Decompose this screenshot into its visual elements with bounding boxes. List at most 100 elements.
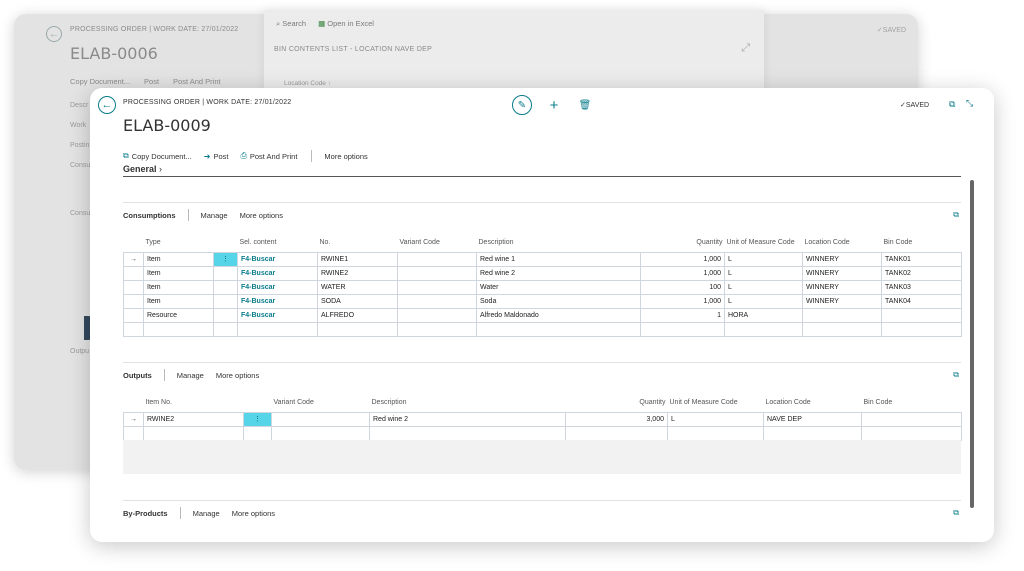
cell-bin[interactable] xyxy=(861,411,962,427)
cell-location[interactable]: WINNERY xyxy=(802,265,882,281)
row-menu-cell[interactable] xyxy=(213,293,238,309)
bg-post[interactable]: Post xyxy=(144,77,159,86)
cell-variant[interactable] xyxy=(397,293,477,309)
empty-cell[interactable] xyxy=(143,321,214,337)
empty-cell[interactable] xyxy=(143,425,244,441)
cell-quantity[interactable]: 1 xyxy=(640,307,725,323)
cell-description[interactable]: Alfredo Maldonado xyxy=(476,307,641,323)
cell-variant[interactable] xyxy=(271,411,370,427)
cell-uom[interactable]: L xyxy=(724,251,803,267)
cell-quantity[interactable]: 3,000 xyxy=(565,411,668,427)
back-arrow-icon[interactable]: ← xyxy=(46,26,62,42)
empty-cell[interactable] xyxy=(881,321,962,337)
column-header[interactable]: Unit of Measure Code xyxy=(668,398,764,412)
empty-cell[interactable] xyxy=(861,425,962,441)
cell-variant[interactable] xyxy=(397,265,477,281)
collapse-icon[interactable]: ⤡ xyxy=(966,98,973,109)
cell-sel-content[interactable]: F4-Buscar xyxy=(237,279,318,295)
cell-sel-content[interactable]: F4-Buscar xyxy=(237,307,318,323)
cell-uom[interactable]: L xyxy=(667,411,764,427)
cell-bin[interactable]: TANK01 xyxy=(881,251,962,267)
empty-cell[interactable] xyxy=(237,321,318,337)
column-header[interactable]: Quantity xyxy=(566,398,668,412)
expand-icon[interactable]: ⤢ xyxy=(741,42,750,55)
cell-bin[interactable] xyxy=(881,307,962,323)
cell-item-no[interactable]: RWINE2 xyxy=(143,411,244,427)
cell-uom[interactable]: L xyxy=(724,279,803,295)
table-row[interactable]: → RWINE2 ⋮ Red wine 2 3,000 L NAVE DEP xyxy=(123,411,962,427)
column-header[interactable]: Sel. content xyxy=(238,238,318,252)
delete-trash-icon[interactable]: 🗑 xyxy=(578,95,592,115)
byproducts-manage-button[interactable]: Manage xyxy=(193,509,220,518)
cell-no[interactable]: WATER xyxy=(317,279,398,295)
empty-cell[interactable] xyxy=(802,321,882,337)
column-header[interactable]: Variant Code xyxy=(272,398,370,412)
expand-icon[interactable]: ⧉ xyxy=(953,370,959,380)
column-header[interactable]: Item No. xyxy=(144,398,244,412)
cell-quantity[interactable]: 1,000 xyxy=(640,251,725,267)
outputs-manage-button[interactable]: Manage xyxy=(177,371,204,380)
table-row[interactable]: Item F4-Buscar RWINE2 Red wine 2 1,000 L… xyxy=(123,265,962,281)
cell-uom[interactable]: HORA xyxy=(724,307,803,323)
add-icon[interactable]: + xyxy=(546,95,562,115)
cell-uom[interactable]: L xyxy=(724,265,803,281)
edit-pencil-icon[interactable]: ✎ xyxy=(512,95,532,115)
table-row-empty[interactable] xyxy=(123,321,962,337)
row-menu-icon[interactable]: ⋮ xyxy=(213,251,238,267)
cell-description[interactable]: Red wine 1 xyxy=(476,251,641,267)
cell-location[interactable]: NAVE DEP xyxy=(763,411,862,427)
empty-cell[interactable] xyxy=(213,321,238,337)
table-row[interactable]: Resource F4-Buscar ALFREDO Alfredo Maldo… xyxy=(123,307,962,323)
cell-variant[interactable] xyxy=(397,251,477,267)
scrollbar[interactable] xyxy=(970,180,974,508)
column-header[interactable]: No. xyxy=(318,238,398,252)
cell-type[interactable]: Item xyxy=(143,251,214,267)
cell-variant[interactable] xyxy=(397,307,477,323)
column-header[interactable]: Bin Code xyxy=(882,238,962,252)
bg-copy-document[interactable]: Copy Document... xyxy=(70,77,130,86)
empty-cell[interactable] xyxy=(476,321,641,337)
cell-no[interactable]: ALFREDO xyxy=(317,307,398,323)
open-new-window-icon[interactable]: ⧉ xyxy=(949,99,955,110)
column-header[interactable]: Bin Code xyxy=(862,398,962,412)
cell-quantity[interactable]: 100 xyxy=(640,279,725,295)
column-header[interactable]: Unit of Measure Code xyxy=(725,238,803,252)
empty-cell[interactable] xyxy=(763,425,862,441)
cell-type[interactable]: Item xyxy=(143,279,214,295)
cell-bin[interactable]: TANK03 xyxy=(881,279,962,295)
cell-quantity[interactable]: 1,000 xyxy=(640,293,725,309)
open-in-excel-button[interactable]: ▦ Open in Excel xyxy=(318,19,374,29)
search-button[interactable]: ⌕ Search xyxy=(276,19,306,29)
expand-icon[interactable]: ⧉ xyxy=(953,508,959,518)
cell-type[interactable]: Item xyxy=(143,293,214,309)
row-menu-cell[interactable] xyxy=(213,307,238,323)
more-options-button[interactable]: More options xyxy=(324,152,367,161)
table-row[interactable]: Item F4-Buscar WATER Water 100 L WINNERY… xyxy=(123,279,962,295)
cell-variant[interactable] xyxy=(397,279,477,295)
cell-uom[interactable]: L xyxy=(724,293,803,309)
cell-bin[interactable]: TANK02 xyxy=(881,265,962,281)
column-header[interactable]: Description xyxy=(477,238,641,252)
column-header[interactable]: Location Code xyxy=(764,398,862,412)
cell-description[interactable]: Red wine 2 xyxy=(369,411,566,427)
cell-sel-content[interactable]: F4-Buscar xyxy=(237,293,318,309)
column-header[interactable]: Quantity xyxy=(641,238,725,252)
empty-cell[interactable] xyxy=(271,425,370,441)
empty-cell[interactable] xyxy=(243,425,272,441)
cell-location[interactable]: WINNERY xyxy=(802,293,882,309)
cell-location[interactable]: WINNERY xyxy=(802,279,882,295)
cell-type[interactable]: Resource xyxy=(143,307,214,323)
general-fasttab[interactable]: General › xyxy=(123,164,961,177)
row-menu-cell[interactable] xyxy=(213,279,238,295)
empty-cell[interactable] xyxy=(565,425,668,441)
cell-location[interactable] xyxy=(802,307,882,323)
cell-quantity[interactable]: 1,000 xyxy=(640,265,725,281)
table-row[interactable]: Item F4-Buscar SODA Soda 1,000 L WINNERY… xyxy=(123,293,962,309)
post-button[interactable]: ➜ Post xyxy=(204,152,229,161)
post-and-print-button[interactable]: ⎙ Post And Print xyxy=(240,151,297,161)
copy-document-button[interactable]: ⧉ Copy Document... xyxy=(123,151,192,161)
empty-cell[interactable] xyxy=(724,321,803,337)
cell-no[interactable]: RWINE2 xyxy=(317,265,398,281)
column-header[interactable]: Location Code xyxy=(803,238,882,252)
table-row[interactable]: → Item ⋮ F4-Buscar RWINE1 Red wine 1 1,0… xyxy=(123,251,962,267)
